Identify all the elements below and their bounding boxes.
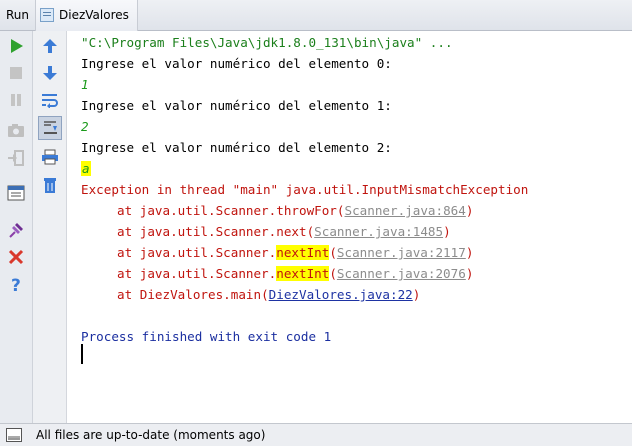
soft-wrap-icon[interactable] (39, 89, 61, 111)
command-line: "C:\Program Files\Java\jdk1.8.0_131\bin\… (81, 35, 453, 50)
tab-diezvalores[interactable]: DiezValores (35, 0, 138, 31)
stack-trace-line: at java.util.Scanner.nextInt(Scanner.jav… (117, 266, 474, 281)
source-link[interactable]: Scanner.java:1485 (314, 224, 443, 239)
help-icon[interactable]: ? (5, 274, 27, 296)
pause-icon[interactable] (5, 89, 27, 111)
run-icon[interactable] (5, 35, 27, 57)
run-label: Run (6, 8, 30, 22)
user-input-line: 1 (81, 77, 89, 92)
close-icon[interactable] (5, 246, 27, 268)
stop-icon[interactable] (5, 62, 27, 84)
run-config-icon (40, 8, 55, 22)
highlighted-method: nextInt (276, 266, 330, 281)
trash-icon[interactable] (39, 174, 61, 196)
status-icon[interactable] (6, 428, 22, 442)
print-icon[interactable] (39, 146, 61, 168)
status-bar: All files are up-to-date (moments ago) (0, 423, 632, 446)
arrow-down-icon[interactable] (39, 62, 61, 84)
pin-icon[interactable] (5, 219, 27, 241)
layout-icon[interactable] (5, 182, 27, 204)
highlighted-method: nextInt (276, 245, 330, 260)
stack-trace-line: at java.util.Scanner.nextInt(Scanner.jav… (117, 245, 474, 260)
source-link[interactable]: Scanner.java:2117 (337, 245, 466, 260)
console-output[interactable]: "C:\Program Files\Java\jdk1.8.0_131\bin\… (67, 31, 632, 423)
tab-label: DiezValores (59, 8, 129, 22)
source-link[interactable]: DiezValores.java:22 (269, 287, 413, 302)
exit-message: Process finished with exit code 1 (81, 329, 332, 344)
user-input-line: 2 (81, 119, 89, 134)
stack-trace-line: at java.util.Scanner.next(Scanner.java:1… (117, 224, 451, 239)
prompt-line: Ingrese el valor numérico del elemento 0… (81, 56, 392, 71)
run-tool-window-header: Run DiezValores (0, 0, 632, 31)
source-link[interactable]: Scanner.java:2076 (337, 266, 466, 281)
arrow-up-icon[interactable] (39, 35, 61, 57)
source-link[interactable]: Scanner.java:864 (345, 203, 466, 218)
run-toolbar: ? (0, 31, 33, 423)
highlighted-input: a (81, 161, 91, 176)
stack-trace-line: at DiezValores.main(DiezValores.java:22) (117, 287, 421, 302)
stack-trace-line: at java.util.Scanner.throwFor(Scanner.ja… (117, 203, 474, 218)
prompt-line: Ingrese el valor numérico del elemento 2… (81, 140, 392, 155)
text-caret (81, 344, 83, 364)
exit-icon[interactable] (5, 147, 27, 169)
prompt-line: Ingrese el valor numérico del elemento 1… (81, 98, 392, 113)
user-input-line: a (81, 161, 91, 177)
svg-text:?: ? (11, 276, 21, 294)
scroll-to-end-icon[interactable] (38, 116, 62, 140)
console-toolbar (33, 31, 67, 423)
exception-line: Exception in thread "main" java.util.Inp… (81, 182, 529, 197)
camera-icon[interactable] (5, 119, 27, 141)
status-message: All files are up-to-date (moments ago) (36, 428, 266, 442)
